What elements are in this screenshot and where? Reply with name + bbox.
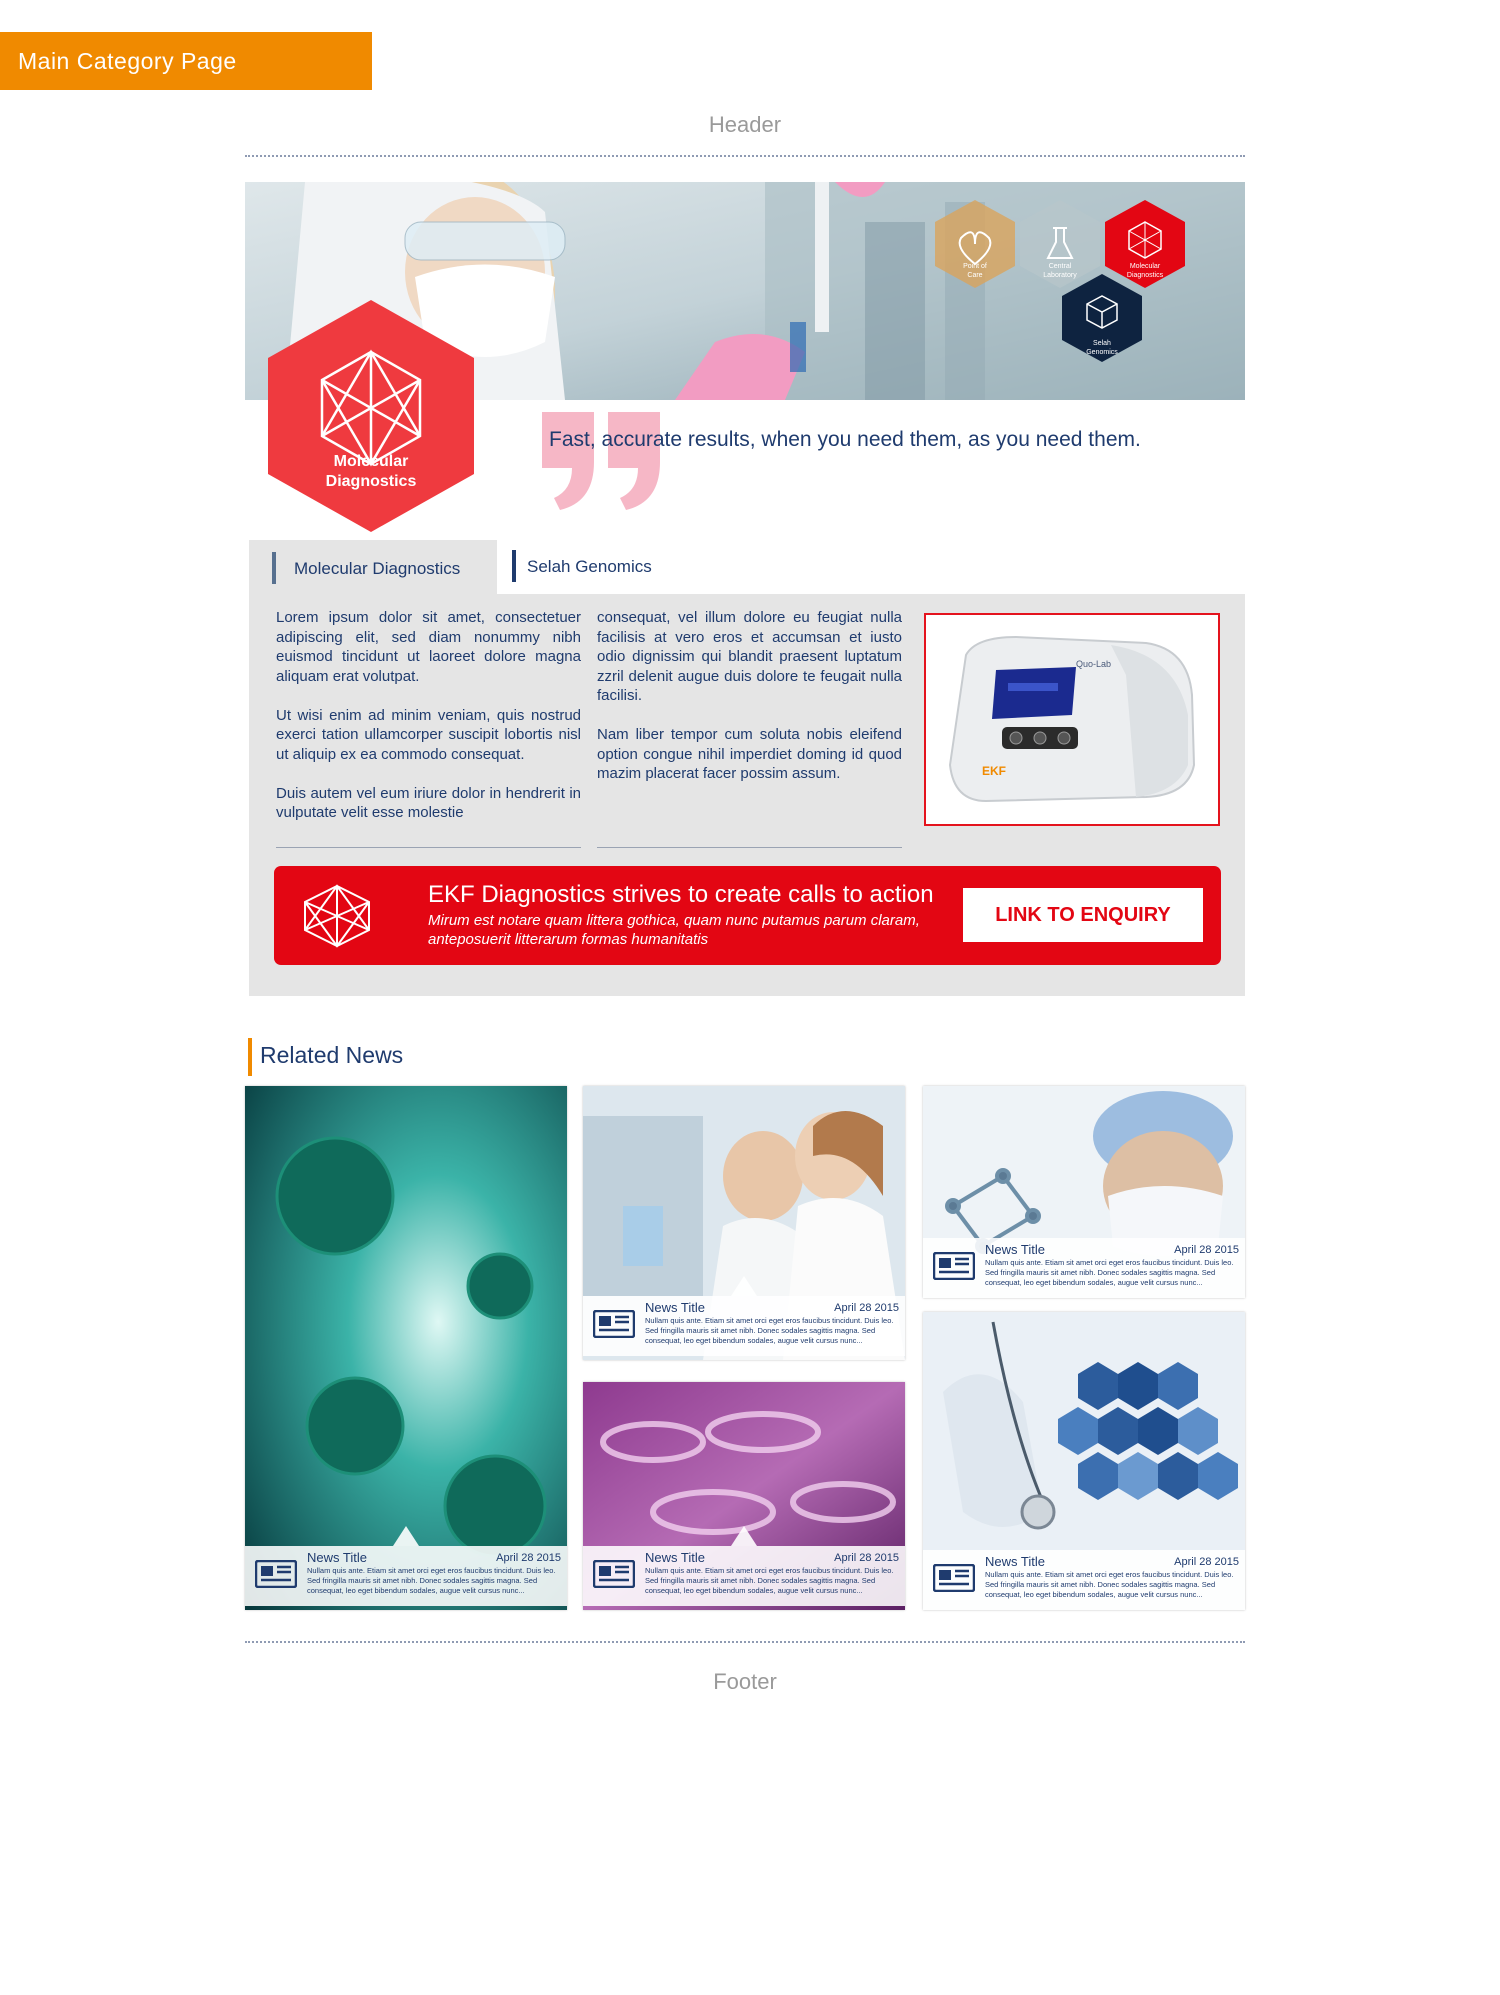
news-card[interactable]: News Title April 28 2015 Nullam quis ant… [923, 1312, 1245, 1610]
footer-divider [245, 1641, 1245, 1643]
newspaper-icon [593, 1560, 635, 1588]
news-date: April 28 2015 [1174, 1556, 1239, 1568]
molecular-structure-icon [304, 884, 370, 948]
news-title[interactable]: News Title [645, 1300, 705, 1315]
footer-placeholder: Footer [713, 1669, 777, 1694]
hex-label-central-laboratory: Central Laboratory [1043, 263, 1077, 279]
news-caption: News Title April 28 2015 Nullam quis ant… [923, 1550, 1245, 1610]
tagline: Fast, accurate results, when you need th… [549, 428, 1141, 451]
paragraph: Nam liber tempor cum soluta nobis eleife… [597, 726, 902, 782]
tab-indicator [272, 552, 276, 584]
tab-selah-genomics[interactable]: Selah Genomics [527, 557, 652, 577]
content-column-2: consequat, vel illum dolore eu feugiat n… [597, 608, 902, 803]
newspaper-icon [255, 1560, 297, 1588]
newspaper-icon [933, 1564, 975, 1592]
cta-title: EKF Diagnostics strives to create calls … [428, 881, 934, 908]
newspaper-icon [593, 1310, 635, 1338]
news-caption: News Title April 28 2015 Nullam quis ant… [923, 1238, 1245, 1298]
newspaper-icon [933, 1252, 975, 1280]
news-title[interactable]: News Title [985, 1554, 1045, 1569]
news-excerpt: Nullam quis ante. Etiam sit amet orci eg… [645, 1566, 894, 1595]
paragraph: Lorem ipsum dolor sit amet, consectetuer… [276, 609, 581, 685]
cta-subtitle: Mirum est notare quam littera gothica, q… [428, 912, 920, 948]
hex-label-selah-genomics: Selah Genomics [1086, 340, 1118, 356]
division-hexagons [935, 200, 1185, 362]
molecular-diagnostics-badge [268, 300, 474, 532]
column-divider [276, 847, 581, 848]
paragraph: Ut wisi enim ad minim veniam, quis nostr… [276, 706, 581, 763]
content-column-1: Lorem ipsum dolor sit amet, consectetuer… [276, 608, 581, 842]
svg-text:EKF: EKF [982, 764, 1006, 778]
news-excerpt: Nullam quis ante. Etiam sit amet orci eg… [645, 1316, 894, 1345]
hex-label-point-of-care: Point of Care [963, 263, 987, 279]
news-excerpt: Nullam quis ante. Etiam sit amet orci eg… [307, 1566, 556, 1595]
news-excerpt: Nullam quis ante. Etiam sit amet orci eg… [985, 1570, 1234, 1599]
paragraph: Duis autem vel eum iriure dolor in hendr… [276, 784, 581, 822]
news-title[interactable]: News Title [307, 1550, 367, 1565]
news-date: April 28 2015 [834, 1552, 899, 1564]
news-caption: News Title April 28 2015 Nullam quis ant… [583, 1296, 905, 1356]
quote-icon [542, 412, 660, 510]
quo-lab-analyzer-image: EKF Quo-Lab [948, 635, 1196, 803]
tab-indicator [512, 550, 516, 582]
news-card[interactable]: News Title April 28 2015 Nullam quis ant… [923, 1086, 1245, 1298]
news-date: April 28 2015 [1174, 1244, 1239, 1256]
news-caption: News Title April 28 2015 Nullam quis ant… [583, 1546, 905, 1606]
news-caption: News Title April 28 2015 Nullam quis ant… [245, 1546, 567, 1606]
header-divider [245, 155, 1245, 157]
hex-label-molecular-diagnostics: Molecular Diagnostics [1126, 263, 1164, 279]
svg-text:Quo-Lab: Quo-Lab [1076, 659, 1111, 669]
news-card[interactable]: News Title April 28 2015 Nullam quis ant… [245, 1086, 567, 1610]
link-to-enquiry-button[interactable]: LINK TO ENQUIRY [963, 888, 1203, 942]
news-card[interactable]: News Title April 28 2015 Nullam quis ant… [583, 1382, 905, 1610]
news-title[interactable]: News Title [645, 1550, 705, 1565]
news-title[interactable]: News Title [985, 1242, 1045, 1257]
news-date: April 28 2015 [834, 1302, 899, 1314]
page-label: Main Category Page [0, 32, 372, 90]
news-card[interactable]: News Title April 28 2015 Nullam quis ant… [583, 1086, 905, 1360]
paragraph: consequat, vel illum dolore eu feugiat n… [597, 609, 902, 704]
news-date: April 28 2015 [496, 1552, 561, 1564]
product-image-frame[interactable]: EKF Quo-Lab [924, 613, 1220, 826]
tab-molecular-diagnostics-label[interactable]: Molecular Diagnostics [294, 559, 460, 579]
column-divider [597, 847, 902, 848]
badge-label: Molecular Diagnostics [325, 453, 417, 490]
header-placeholder: Header [708, 112, 782, 137]
news-excerpt: Nullam quis ante. Etiam sit amet orci eg… [985, 1258, 1234, 1287]
related-news-title: Related News [260, 1042, 404, 1068]
section-accent [248, 1038, 252, 1076]
